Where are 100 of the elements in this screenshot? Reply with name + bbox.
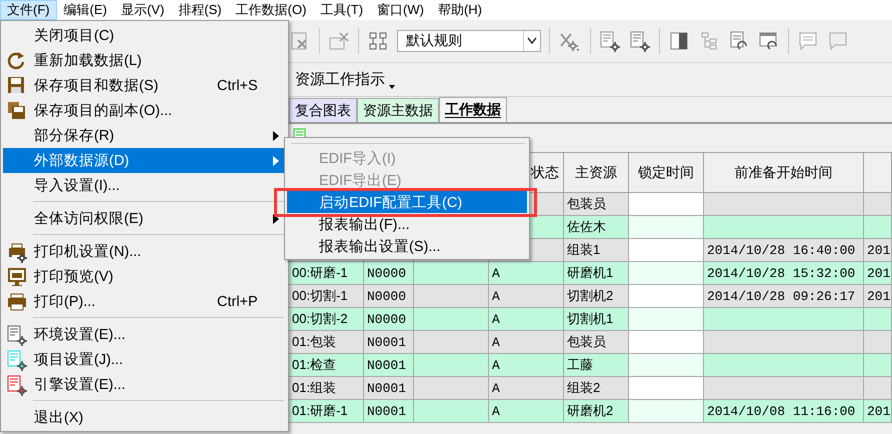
document-settings-icon <box>6 374 28 396</box>
menu-item[interactable]: 编辑(E) <box>56 0 114 20</box>
column-header[interactable]: 主资源 <box>564 152 629 193</box>
rule-dropdown[interactable]: 默认规则 <box>397 30 541 52</box>
table-cell: 2014/10/28 15:32:00 <box>704 262 864 285</box>
table-cell: 01:组装 <box>289 377 364 400</box>
menu-item[interactable]: 报表输出(F)... <box>287 213 527 235</box>
menu-item[interactable]: 打印预览(V) <box>3 264 286 289</box>
table-cell: A <box>489 400 564 423</box>
menu-label: 外部数据源(D) <box>34 152 130 170</box>
menu-label: 重新加载数据(L) <box>34 52 142 70</box>
table-cell <box>864 354 892 377</box>
menu-item[interactable]: 保存项目的副本(O)... <box>3 98 286 123</box>
table-cell: 切割机2 <box>564 285 629 308</box>
table-cell: 佐佐木 <box>564 216 629 239</box>
table-cell <box>864 331 892 354</box>
monitor-icon <box>6 266 28 288</box>
table-cell: 201 <box>864 262 892 285</box>
table-cell: A <box>489 354 564 377</box>
table-cell: 研磨机2 <box>564 400 629 423</box>
table-cell: 201 <box>864 285 892 308</box>
column-header[interactable]: 前准备开始时间 <box>704 152 864 193</box>
column-header[interactable] <box>864 152 892 193</box>
dropdown-value: 默认规则 <box>406 32 462 50</box>
menu-label: 环境设置(E)... <box>34 326 126 344</box>
table-cell: 00:切割-2 <box>289 308 364 331</box>
menu-item[interactable]: 窗口(W) <box>370 0 431 20</box>
menu-label: 引擎设置(E)... <box>34 376 126 394</box>
menu-label: 全体访问权限(E) <box>34 210 144 228</box>
menu-item[interactable]: 打印机设置(N)... <box>3 239 286 264</box>
table-cell <box>864 377 892 400</box>
table-cell: N0000 <box>364 262 414 285</box>
column-header[interactable]: 锁定时间 <box>629 152 704 193</box>
split-panel-icon[interactable] <box>668 30 690 52</box>
menu-item[interactable]: 报表输出设置(S)... <box>287 235 527 257</box>
settings-document-icon[interactable] <box>599 30 621 52</box>
table-cell: A <box>489 285 564 308</box>
menu-item[interactable]: 显示(V) <box>114 0 172 20</box>
table-cell: 01:研磨-1 <box>289 400 364 423</box>
table-cell: A <box>489 331 564 354</box>
tab[interactable]: 复合图表 <box>289 98 357 122</box>
menu-item[interactable]: 重新加载数据(L) <box>3 48 286 73</box>
menu-item[interactable]: 启动EDIF配置工具(C) <box>287 191 527 213</box>
menu-label: 项目设置(J)... <box>34 351 123 369</box>
table-cell: 2014/10/28 16:40:00 <box>704 239 864 262</box>
table-cell <box>864 308 892 331</box>
table-cell: 包装员 <box>564 193 629 216</box>
table-cell: 01:包装 <box>289 331 364 354</box>
table-cell: A <box>489 377 564 400</box>
table-cell: 00:研磨-1 <box>289 262 364 285</box>
menu-item[interactable]: 工作数据(O) <box>228 0 314 20</box>
table-cell: N0000 <box>364 285 414 308</box>
table-cell: 00:切割-1 <box>289 285 364 308</box>
table-cell: N0000 <box>364 308 414 331</box>
caret-icon <box>527 37 537 45</box>
menu-label: 保存项目的副本(O)... <box>34 102 172 120</box>
speech-icon[interactable] <box>827 30 849 52</box>
settings-list-icon[interactable] <box>629 30 651 52</box>
hierarchy-icon[interactable] <box>367 30 389 52</box>
table-cell: 201 <box>864 239 892 262</box>
printer-icon <box>6 291 28 313</box>
menu-label: 导入设置(I)... <box>34 177 120 195</box>
menu-label: 保存项目和数据(S) <box>34 77 158 95</box>
menu-item[interactable]: 引擎设置(E)... <box>3 372 286 397</box>
comment-icon[interactable] <box>797 30 819 52</box>
table-cell: 包装员 <box>564 331 629 354</box>
menu-item[interactable]: 打印(P)... Ctrl+P <box>3 289 286 314</box>
menu-item[interactable]: 关闭项目(C) <box>3 23 286 48</box>
table-cell: N0001 <box>364 354 414 377</box>
tab[interactable]: 资源主数据 <box>357 98 439 122</box>
menu-label: 部分保存(R) <box>34 126 114 145</box>
menu-item[interactable]: 部分保存(R) <box>3 123 286 148</box>
remove-document-icon[interactable] <box>328 30 350 52</box>
printer-settings-icon <box>6 241 28 263</box>
document-settings-icon <box>6 349 28 371</box>
table-cell: 2014/10/08 11:16:00 <box>704 400 864 423</box>
menu-item[interactable]: 全体访问权限(E) <box>3 206 286 231</box>
table-cell: 研磨机1 <box>564 262 629 285</box>
menu-label: 打印(P)... <box>34 293 96 311</box>
table-cell: 201 <box>864 400 892 423</box>
table-cell: 工藤 <box>564 354 629 377</box>
shortcut-text: Ctrl+S <box>217 78 258 94</box>
menu-item[interactable]: 退出(X) <box>3 405 286 430</box>
menu-item[interactable]: 外部数据源(D) <box>3 148 286 173</box>
table-cell: N0001 <box>364 400 414 423</box>
tab[interactable]: 工作数据 <box>439 97 507 122</box>
menu-item[interactable]: 工具(T) <box>313 0 370 20</box>
table-cell: 01:检查 <box>289 354 364 377</box>
caret-icon <box>389 85 395 89</box>
table-cell <box>864 193 892 216</box>
table-cell: 组装1 <box>564 239 629 262</box>
shortcut-text: Ctrl+P <box>217 294 258 310</box>
menu-item[interactable]: 文件(F) <box>0 0 57 20</box>
menu-item[interactable]: 排程(S) <box>171 0 229 20</box>
table-cell: N0001 <box>364 331 414 354</box>
menu-item[interactable]: 项目设置(J)... <box>3 347 286 372</box>
menu-item[interactable]: 保存项目和数据(S) Ctrl+S <box>3 73 286 98</box>
menu-item[interactable]: 环境设置(E)... <box>3 322 286 347</box>
menu-item[interactable]: 导入设置(I)... <box>3 173 286 198</box>
menu-item[interactable]: 帮助(H) <box>430 0 490 20</box>
